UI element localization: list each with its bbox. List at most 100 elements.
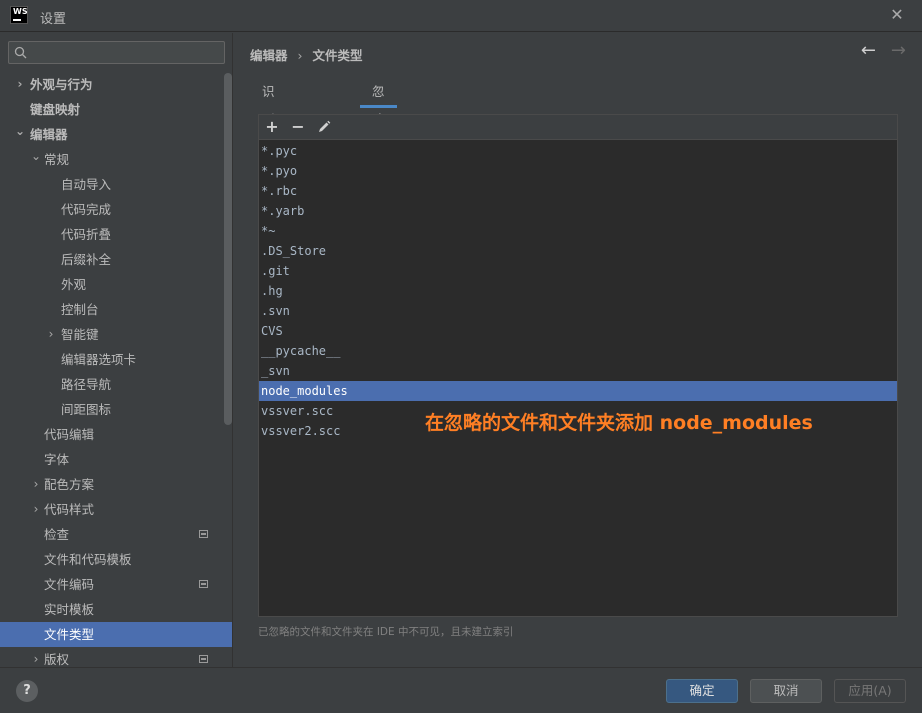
sidebar-item[interactable]: 外观: [0, 272, 224, 297]
search-input[interactable]: [33, 43, 218, 62]
sidebar-item-label: 检查: [44, 527, 70, 542]
sidebar-item-label: 外观与行为: [30, 77, 93, 92]
sidebar-item-label: 常规: [44, 152, 70, 167]
sidebar-item-label: 文件和代码模板: [44, 552, 132, 567]
breadcrumb-parent[interactable]: 编辑器: [250, 48, 288, 63]
project-scope-icon: [199, 580, 208, 588]
sidebar-item[interactable]: ⌄ 常规: [0, 147, 224, 172]
sidebar-item-label: 间距图标: [61, 402, 112, 417]
list-item[interactable]: *.yarb: [259, 201, 897, 221]
sidebar-item[interactable]: 键盘映射: [0, 97, 224, 122]
sidebar-item[interactable]: 文件编码: [0, 572, 224, 597]
sidebar-item[interactable]: 文件和代码模板: [0, 547, 224, 572]
ok-button[interactable]: 确定: [666, 679, 738, 703]
settings-search[interactable]: [8, 41, 225, 64]
sidebar-item-label: 控制台: [61, 302, 99, 317]
sidebar-item[interactable]: 文件类型: [0, 622, 232, 647]
sidebar-item-label: 代码折叠: [61, 227, 112, 242]
sidebar-item[interactable]: › 版权: [0, 647, 224, 667]
sidebar-item-label: 实时模板: [44, 602, 95, 617]
list-item[interactable]: __pycache__: [259, 341, 897, 361]
list-item[interactable]: CVS: [259, 321, 897, 341]
sidebar-item-label: 代码完成: [61, 202, 112, 217]
sidebar-item-label: 配色方案: [44, 477, 95, 492]
sidebar-item[interactable]: › 外观与行为: [0, 72, 224, 97]
sidebar-item-label: 自动导入: [61, 177, 112, 192]
tab-ignored-files-and-folders[interactable]: 忽略的文件和文件夹: [360, 78, 397, 323]
ignored-files-panel: + − *.pyc *.pyo *.rbc *.yarb *~ .DS_Store .git…: [258, 114, 898, 617]
sidebar-item-label: 版权: [44, 652, 70, 667]
sidebar-item-label: 路径导航: [61, 377, 112, 392]
apply-button[interactable]: 应用(A): [834, 679, 906, 703]
chevron-right-icon[interactable]: ›: [14, 72, 26, 97]
list-item[interactable]: *.pyo: [259, 161, 897, 181]
webstorm-logo-icon: WS: [10, 6, 28, 24]
sidebar-item-label: 代码编辑: [44, 427, 95, 442]
sidebar-item-label: 文件编码: [44, 577, 95, 592]
sidebar-item[interactable]: › 代码样式: [0, 497, 224, 522]
list-item[interactable]: .DS_Store: [259, 241, 897, 261]
list-toolbar: + −: [259, 115, 897, 140]
sidebar-item[interactable]: 代码折叠: [0, 222, 224, 247]
sidebar-item-label: 编辑器选项卡: [61, 352, 137, 367]
project-scope-icon: [199, 655, 208, 663]
sidebar-item-label: 字体: [44, 452, 70, 467]
settings-sidebar: › 外观与行为 键盘映射 ⌄ 编辑器 ⌄ 常规 自动导入 代码完成 代码折叠 后缀补全 外观 控制台 › 智…: [0, 33, 233, 667]
sidebar-item-label: 后缀补全: [61, 252, 112, 267]
arrow-left-icon[interactable]: ←: [861, 42, 876, 60]
minus-icon[interactable]: −: [287, 117, 309, 137]
breadcrumb-separator: ›: [297, 48, 303, 63]
chevron-right-icon[interactable]: ›: [30, 472, 42, 497]
list-item[interactable]: _svn: [259, 361, 897, 381]
sidebar-item[interactable]: 自动导入: [0, 172, 224, 197]
help-button[interactable]: ?: [16, 680, 38, 702]
project-scope-icon: [199, 530, 208, 538]
sidebar-item[interactable]: 间距图标: [0, 397, 224, 422]
sidebar-scrollbar[interactable]: [224, 73, 232, 425]
title-bar: WS 设置 ✕: [0, 0, 922, 32]
dialog-button-bar: ? 确定 取消 应用(A): [0, 667, 922, 713]
plus-icon[interactable]: +: [261, 117, 283, 137]
sidebar-item-label: 编辑器: [30, 127, 68, 142]
sidebar-item[interactable]: 代码编辑: [0, 422, 224, 447]
pencil-icon[interactable]: [313, 117, 335, 137]
list-item[interactable]: *~: [259, 221, 897, 241]
content-header: 编辑器 › 文件类型 ← →: [234, 33, 922, 73]
list-item[interactable]: .hg: [259, 281, 897, 301]
close-icon[interactable]: ✕: [888, 6, 906, 24]
list-item[interactable]: *.pyc: [259, 141, 897, 161]
sidebar-item[interactable]: 实时模板: [0, 597, 224, 622]
breadcrumb-current: 文件类型: [312, 48, 363, 63]
sidebar-item[interactable]: 字体: [0, 447, 224, 472]
sidebar-item[interactable]: 后缀补全: [0, 247, 224, 272]
list-item[interactable]: node_modules: [259, 381, 897, 401]
chevron-right-icon[interactable]: ›: [30, 647, 42, 667]
tab-recognized-file-types[interactable]: 识别的文件类型: [250, 78, 287, 267]
ignored-list: *.pyc *.pyo *.rbc *.yarb *~ .DS_Store .git .hg.…: [259, 141, 897, 441]
search-icon: [14, 46, 27, 59]
sidebar-item[interactable]: 检查: [0, 522, 224, 547]
arrow-right-icon[interactable]: →: [891, 42, 906, 60]
sidebar-item-label: 代码样式: [44, 502, 95, 517]
annotation-text: 在忽略的文件和文件夹添加 node_modules: [425, 412, 813, 434]
sidebar-item[interactable]: › 智能键: [0, 322, 224, 347]
chevron-down-icon[interactable]: ⌄: [30, 147, 42, 172]
list-item[interactable]: *.rbc: [259, 181, 897, 201]
sidebar-item-label: 键盘映射: [30, 102, 81, 117]
sidebar-item[interactable]: 路径导航: [0, 372, 224, 397]
chevron-right-icon[interactable]: ›: [45, 322, 57, 347]
sidebar-item[interactable]: › 配色方案: [0, 472, 224, 497]
chevron-right-icon[interactable]: ›: [30, 497, 42, 522]
sidebar-item[interactable]: 控制台: [0, 297, 224, 322]
list-item[interactable]: .git: [259, 261, 897, 281]
sidebar-item[interactable]: 代码完成: [0, 197, 224, 222]
cancel-button[interactable]: 取消: [750, 679, 822, 703]
window-title: 设置: [40, 12, 67, 27]
sidebar-item[interactable]: ⌄ 编辑器: [0, 122, 224, 147]
list-item[interactable]: .svn: [259, 301, 897, 321]
sidebar-item[interactable]: 编辑器选项卡: [0, 347, 224, 372]
chevron-down-icon[interactable]: ⌄: [14, 122, 26, 147]
sidebar-item-label: 智能键: [61, 327, 99, 342]
sidebar-item-label: 外观: [61, 277, 87, 292]
settings-tree: › 外观与行为 键盘映射 ⌄ 编辑器 ⌄ 常规 自动导入 代码完成 代码折叠 后缀补全 外观 控制台 › 智…: [0, 72, 232, 667]
